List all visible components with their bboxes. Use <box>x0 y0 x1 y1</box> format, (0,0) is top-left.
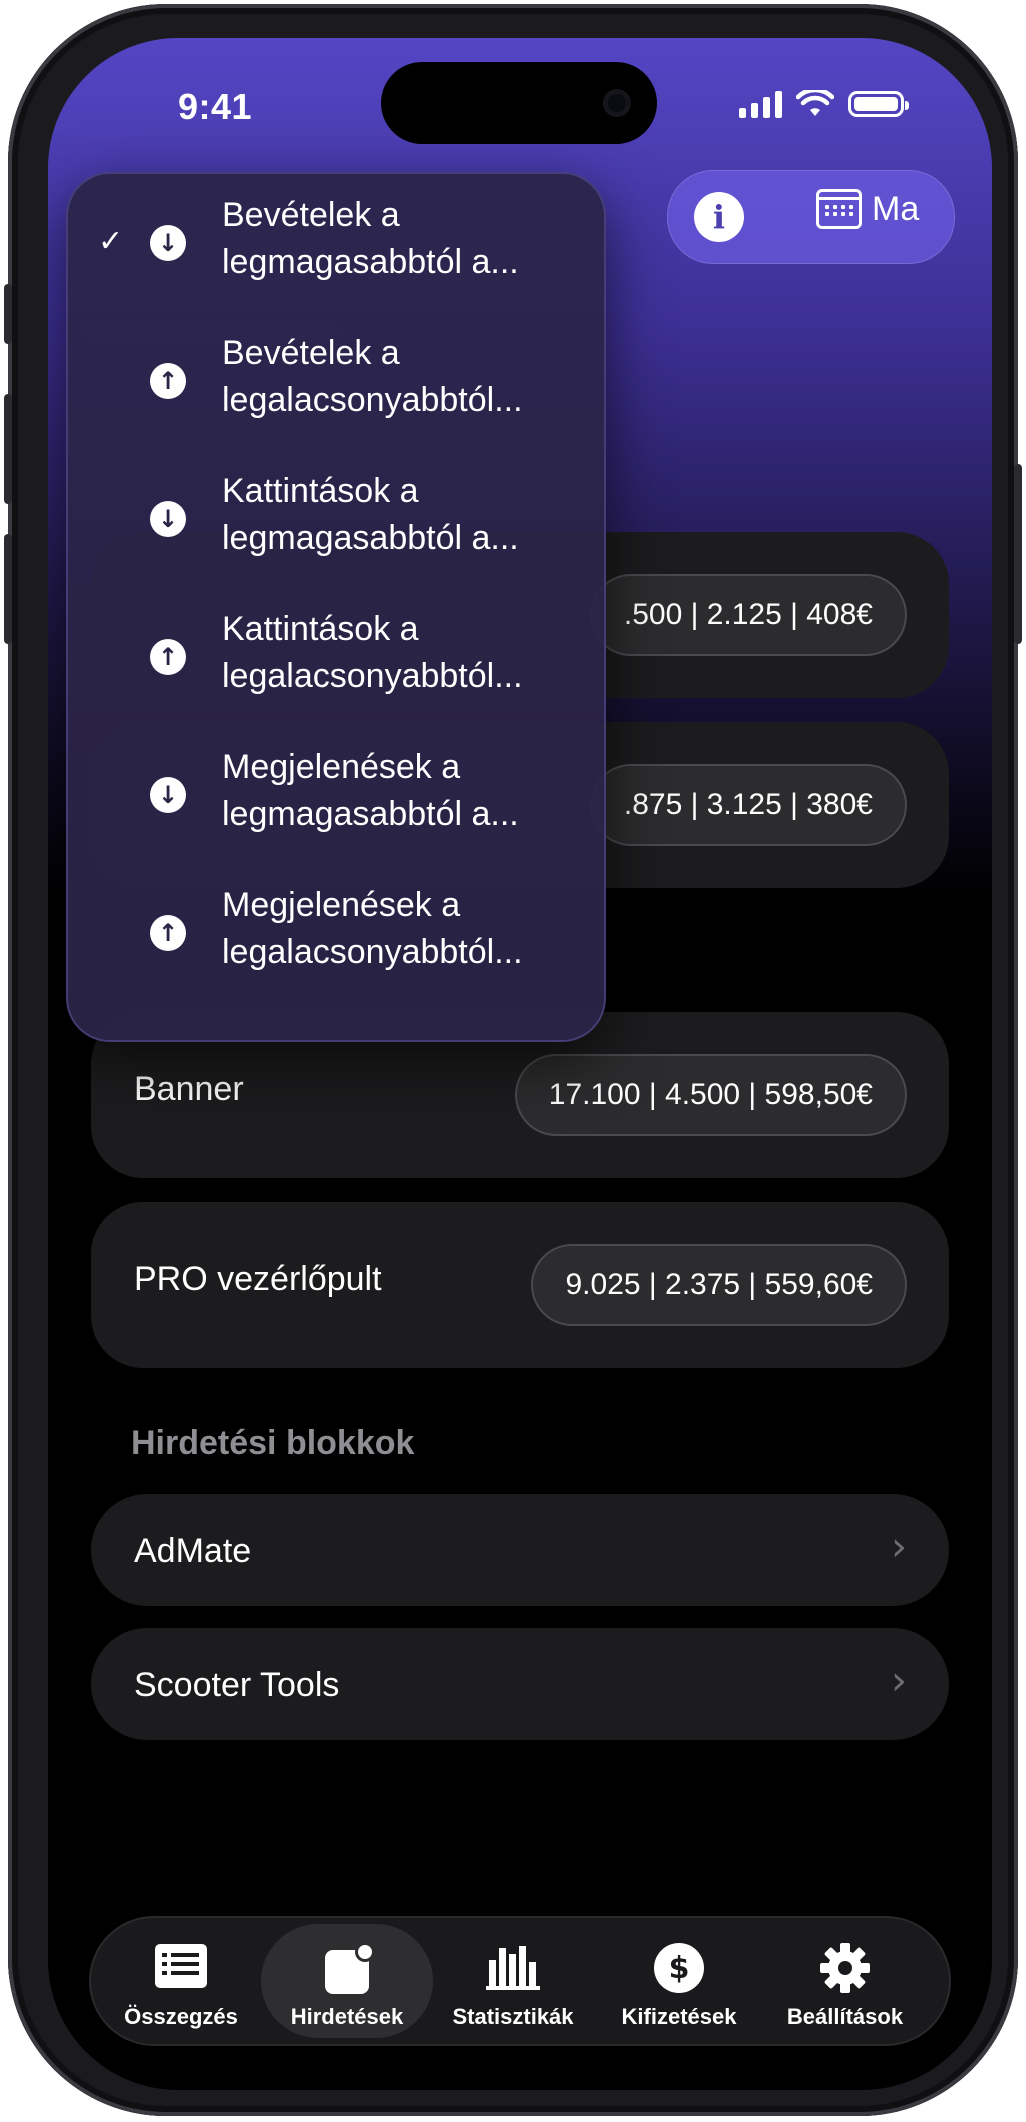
tab-label: Beállítások <box>786 2004 904 2029</box>
sort-option-revenue-asc[interactable]: ↑ Bevételek a legalacsonyabbtól... <box>68 312 604 450</box>
arrow-up-circle-icon: ↑ <box>150 639 186 675</box>
wifi-icon <box>796 90 834 116</box>
cellular-signal-icon <box>739 90 782 118</box>
dynamic-island <box>381 62 657 144</box>
sort-option-sublabel: legmagasabbtól a... <box>222 243 519 281</box>
sort-option-clicks-desc[interactable]: ↓ Kattintások a legmagasabbtól a... <box>68 450 604 588</box>
volume-down-button <box>4 534 12 644</box>
date-label: Ma <box>872 189 920 228</box>
ad-type-stats: 17.100 | 4.500 | 598,50€ <box>514 1054 907 1136</box>
tab-summary[interactable]: Összegzés <box>95 1918 267 2044</box>
status-time: 9:41 <box>178 86 253 127</box>
tab-payouts[interactable]: $ Kifizetések <box>593 1918 765 2044</box>
chevron-right-icon: › <box>891 1524 907 1570</box>
svg-text:$: $ <box>669 1951 690 1986</box>
info-icon[interactable]: i <box>694 192 744 242</box>
phone-frame: 9:41 — — — — — i Ma .500 | <box>4 4 1022 2116</box>
arrow-up-circle-icon: ↑ <box>150 915 186 951</box>
sort-option-sublabel: legalacsonyabbtól... <box>222 381 523 419</box>
sort-option-revenue-desc[interactable]: ✓ ↓ Bevételek a legmagasabbtól a... <box>68 174 604 312</box>
screen: 9:41 — — — — — i Ma .500 | <box>48 38 992 2090</box>
ads-icon <box>317 1942 377 1994</box>
tab-label: Kifizetések <box>621 2004 737 2029</box>
camera-icon <box>603 89 631 117</box>
sort-option-label: Megjelenések a <box>222 748 461 786</box>
sort-option-label: Bevételek a <box>222 334 400 372</box>
battery-icon <box>848 91 909 117</box>
ad-block-row-admate[interactable]: AdMate › <box>91 1494 949 1606</box>
tab-bar: Összegzés Hirdetések Statisztikák $ Kifi… <box>89 1916 951 2046</box>
arrow-down-circle-icon: ↓ <box>150 501 186 537</box>
ad-type-stats: .500 | 2.125 | 408€ <box>589 574 907 656</box>
ad-type-label: Banner <box>134 1070 244 1108</box>
tab-settings[interactable]: Beállítások <box>759 1918 931 2044</box>
ad-block-row-scooter-tools[interactable]: Scooter Tools › <box>91 1628 949 1740</box>
ad-blocks-section-title: Hirdetési blokkok <box>131 1424 415 1462</box>
sort-option-impressions-asc[interactable]: ↑ Megjelenések a legalacsonyabbtól... <box>68 864 604 1002</box>
dollar-icon: $ <box>649 1942 709 1994</box>
sort-option-sublabel: legalacsonyabbtól... <box>222 933 523 971</box>
sort-option-sublabel: legalacsonyabbtól... <box>222 657 523 695</box>
sort-menu: ✓ ↓ Bevételek a legmagasabbtól a... ↑ Bev… <box>66 172 606 1042</box>
power-button <box>1014 464 1022 644</box>
calendar-icon <box>816 189 862 229</box>
sort-option-label: Megjelenések a <box>222 886 461 924</box>
tab-statistics[interactable]: Statisztikák <box>427 1918 599 2044</box>
tab-ads[interactable]: Hirdetések <box>261 1924 433 2038</box>
sort-option-label: Kattintások a <box>222 610 419 648</box>
ad-type-stats: .875 | 3.125 | 380€ <box>589 764 907 846</box>
tab-label: Statisztikák <box>452 2004 574 2029</box>
action-button <box>4 284 12 344</box>
ad-type-label: PRO vezérlőpult <box>134 1260 382 1298</box>
checkmark-icon: ✓ <box>98 224 124 259</box>
arrow-down-circle-icon: ↓ <box>150 225 186 261</box>
tab-label: Összegzés <box>124 2004 238 2029</box>
sort-option-sublabel: legmagasabbtól a... <box>222 795 519 833</box>
date-picker-button[interactable]: Ma <box>816 189 919 229</box>
ad-block-label: Scooter Tools <box>134 1666 340 1704</box>
bar-chart-icon <box>483 1942 543 1994</box>
ad-type-card-pro-dashboard[interactable]: PRO vezérlőpult 9.025 | 2.375 | 559,60€ <box>91 1202 949 1368</box>
ad-block-label: AdMate <box>134 1532 252 1570</box>
sort-option-sublabel: legmagasabbtól a... <box>222 519 519 557</box>
chevron-right-icon: › <box>891 1658 907 1704</box>
arrow-up-circle-icon: ↑ <box>150 363 186 399</box>
sort-option-clicks-asc[interactable]: ↑ Kattintások a legalacsonyabbtól... <box>68 588 604 726</box>
sort-option-label: Kattintások a <box>222 472 419 510</box>
gear-icon <box>815 1942 875 1994</box>
ad-type-stats: 9.025 | 2.375 | 559,60€ <box>531 1244 907 1326</box>
volume-up-button <box>4 394 12 504</box>
arrow-down-circle-icon: ↓ <box>150 777 186 813</box>
status-icons <box>739 90 909 118</box>
sort-option-label: Bevételek a <box>222 196 400 234</box>
tab-label: Hirdetések <box>290 2004 404 2029</box>
sort-option-impressions-desc[interactable]: ↓ Megjelenések a legmagasabbtól a... <box>68 726 604 864</box>
list-icon <box>151 1942 211 1994</box>
header-controls: i Ma <box>667 170 955 264</box>
